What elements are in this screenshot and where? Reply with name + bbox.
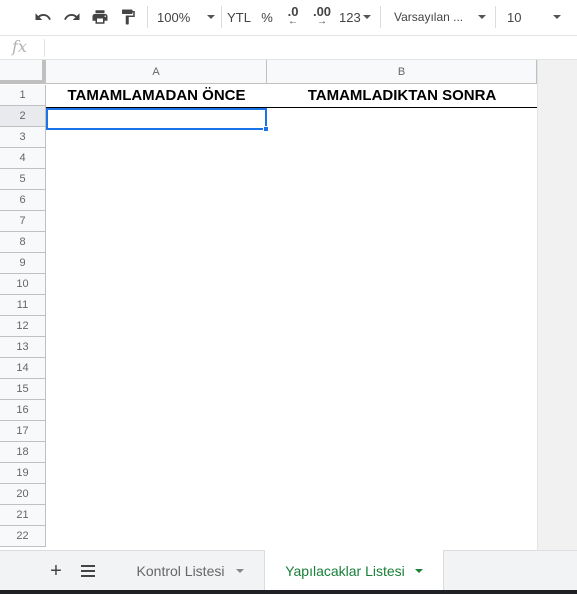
row-header[interactable]: 5: [0, 169, 46, 190]
font-family-value: Varsayılan ...: [394, 10, 464, 24]
toolbar-separator: [221, 6, 222, 28]
column-header-a[interactable]: A: [46, 60, 267, 84]
more-formats-label: 123: [339, 9, 361, 25]
print-icon: [92, 10, 108, 24]
currency-label: YTL: [227, 9, 251, 25]
toolbar-separator: [147, 6, 148, 28]
row-header[interactable]: 22: [0, 526, 46, 547]
cell-a1[interactable]: TAMAMLAMADAN ÖNCE: [46, 85, 267, 106]
select-all-corner[interactable]: [0, 60, 46, 84]
more-formats-select[interactable]: 123: [339, 6, 371, 28]
row-header[interactable]: 7: [0, 211, 46, 232]
font-size-select[interactable]: 10: [507, 6, 561, 28]
zoom-value: 100%: [157, 9, 191, 25]
grid-right-gutter: [537, 60, 577, 550]
row-header[interactable]: 2: [0, 106, 46, 127]
toolbar-separator: [495, 6, 496, 28]
arrow-right-icon: →: [317, 16, 327, 27]
row-header[interactable]: 3: [0, 127, 46, 148]
chevron-down-icon: [207, 15, 215, 19]
formula-bar-divider: [44, 39, 45, 57]
fx-icon: fx: [12, 37, 27, 56]
chevron-down-icon: [478, 15, 486, 19]
tab-yapilacaklar-listesi[interactable]: Yapılacaklar Listesi: [264, 550, 444, 591]
row-header[interactable]: 1: [0, 85, 46, 106]
currency-format-button[interactable]: YTL: [225, 6, 253, 28]
sheet-tabs-bar: + Kontrol Listesi Yapılacaklar Listesi: [0, 550, 577, 591]
row-header[interactable]: 4: [0, 148, 46, 169]
bottom-edge: [0, 590, 577, 594]
row-header[interactable]: 17: [0, 421, 46, 442]
tab-label: Kontrol Listesi: [136, 563, 225, 579]
undo-icon: [35, 13, 51, 20]
font-size-value: 10: [507, 9, 522, 25]
cell-b1[interactable]: TAMAMLADIKTAN SONRA: [267, 85, 537, 106]
row-header[interactable]: 12: [0, 316, 46, 337]
paint-format-icon: [122, 9, 135, 25]
tab-label: Yapılacaklar Listesi: [285, 562, 405, 579]
font-family-select[interactable]: Varsayılan ...: [394, 6, 486, 28]
increase-decimal-button[interactable]: .00 →: [310, 5, 334, 28]
percent-label: %: [261, 9, 273, 25]
chevron-down-icon: [553, 15, 561, 19]
row-header[interactable]: 10: [0, 274, 46, 295]
toolbar: 100% YTL % .0 ← .00 → 123 Varsayılan ...…: [0, 0, 577, 36]
row-header[interactable]: 14: [0, 358, 46, 379]
fill-handle[interactable]: [263, 126, 269, 132]
row-header[interactable]: 20: [0, 484, 46, 505]
percent-format-button[interactable]: %: [258, 6, 276, 28]
all-sheets-button[interactable]: [78, 551, 98, 591]
row-header[interactable]: 11: [0, 295, 46, 316]
column-header-b[interactable]: B: [267, 60, 537, 84]
toolbar-separator: [380, 6, 381, 28]
redo-icon: [64, 13, 80, 20]
paint-format-button[interactable]: [117, 6, 139, 28]
chevron-down-icon: [236, 569, 245, 573]
sheet-list-icon: [81, 565, 95, 577]
row-header[interactable]: 8: [0, 232, 46, 253]
row-header[interactable]: 21: [0, 505, 46, 526]
undo-button[interactable]: [32, 6, 54, 28]
chevron-down-icon: [414, 568, 423, 573]
formula-input[interactable]: [50, 36, 570, 60]
selected-cell-a2[interactable]: [46, 108, 267, 130]
tab-kontrol-listesi[interactable]: Kontrol Listesi: [117, 551, 264, 591]
row-header[interactable]: 16: [0, 400, 46, 421]
chevron-down-icon: [363, 15, 371, 19]
row-header[interactable]: 9: [0, 253, 46, 274]
row-header[interactable]: 6: [0, 190, 46, 211]
row-header[interactable]: 13: [0, 337, 46, 358]
row-header[interactable]: 18: [0, 442, 46, 463]
redo-button[interactable]: [61, 6, 83, 28]
plus-icon: +: [50, 559, 62, 582]
spreadsheet-grid: A B 1 2 3 4 5 6 7 8 9 10 11 12 13 14 15 16 17 18 19 20 21 22 …: [0, 60, 577, 550]
row-header[interactable]: 19: [0, 463, 46, 484]
decrease-decimal-button[interactable]: .0 ←: [282, 5, 304, 28]
arrow-left-icon: ←: [288, 16, 298, 27]
row-header[interactable]: 15: [0, 379, 46, 400]
formula-bar: fx: [0, 36, 577, 60]
zoom-select[interactable]: 100%: [157, 6, 215, 28]
add-sheet-button[interactable]: +: [46, 551, 66, 591]
print-button[interactable]: [89, 6, 111, 28]
